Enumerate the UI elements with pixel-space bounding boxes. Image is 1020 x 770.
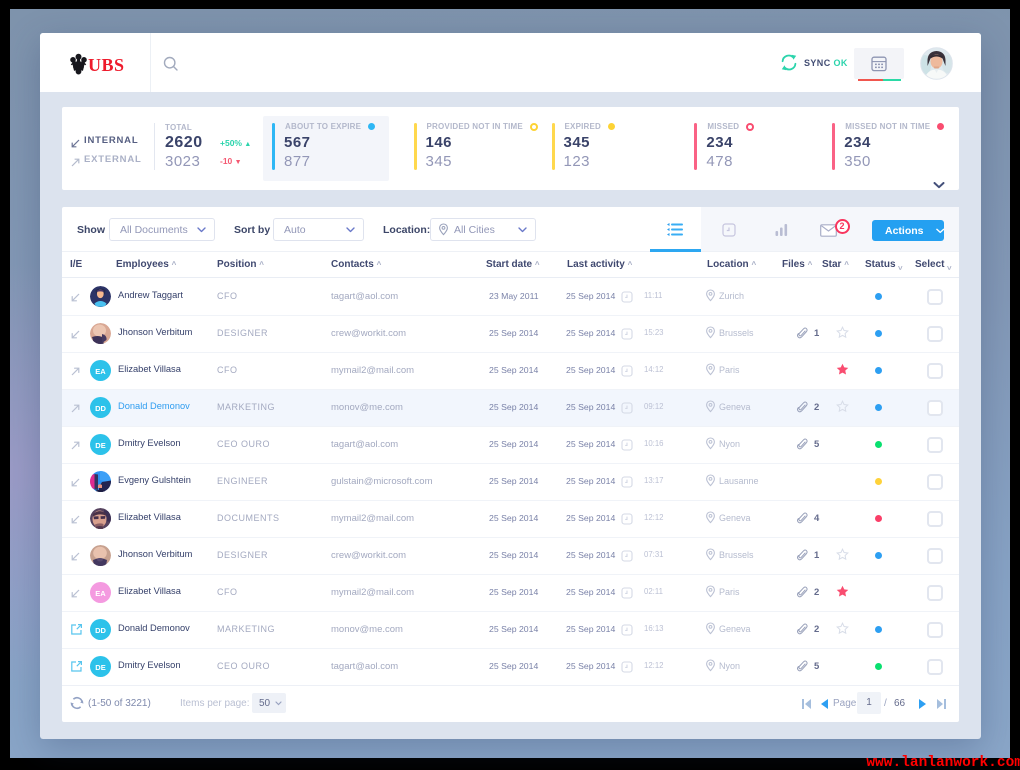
svg-text:EA: EA	[95, 589, 106, 598]
svg-text:DD: DD	[95, 404, 106, 413]
svg-text:DD: DD	[95, 626, 106, 635]
svg-text:DE: DE	[95, 441, 105, 450]
svg-text:DE: DE	[95, 663, 105, 672]
svg-text:EA: EA	[95, 367, 106, 376]
